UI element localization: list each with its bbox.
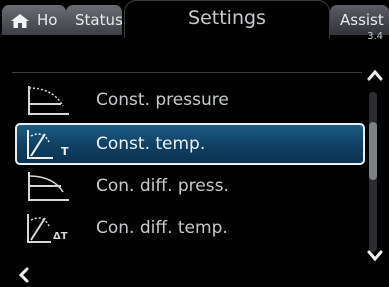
list-item-label: Const. temp.	[96, 134, 206, 154]
tab-home[interactable]: Ho	[2, 5, 66, 35]
tab-settings[interactable]: Settings	[124, 0, 330, 38]
tab-bar: Ho Status Settings Assist 3.4	[0, 0, 389, 44]
list-item-label: Const. pressure	[96, 90, 229, 110]
tab-assist-label: Assist	[340, 11, 384, 29]
scrollbar-track[interactable]	[369, 92, 377, 252]
chevron-down-icon[interactable]	[366, 249, 384, 263]
icon-delta-temp-symbol: ΔT	[53, 231, 68, 242]
list-item-label: Con. diff. press.	[96, 176, 229, 196]
tab-status[interactable]: Status	[66, 5, 123, 35]
diff-press-icon	[28, 172, 69, 201]
list-item-const-temp[interactable]: T Const. temp.	[15, 123, 365, 165]
tab-home-label: Ho	[37, 11, 58, 29]
const-temp-icon: T	[27, 130, 69, 159]
list-item-label: Con. diff. temp.	[96, 218, 228, 238]
back-arrow-icon[interactable]	[16, 266, 32, 284]
tab-status-label: Status	[75, 11, 123, 29]
chevron-up-icon[interactable]	[366, 68, 384, 82]
control-mode-list: Const. pressure T Const. temp. Con. diff…	[12, 72, 365, 261]
list-item-diff-press[interactable]: Con. diff. press.	[17, 165, 362, 207]
const-pressure-icon	[28, 86, 69, 115]
icon-temp-symbol: T	[61, 145, 69, 158]
list-item-diff-temp[interactable]: ΔT Con. diff. temp.	[17, 207, 362, 249]
version-label: 3.4	[367, 31, 383, 42]
list-item-const-pressure[interactable]: Const. pressure	[17, 79, 362, 121]
diff-temp-icon: ΔT	[27, 214, 68, 243]
scrollbar-thumb[interactable]	[369, 122, 377, 180]
home-icon	[11, 14, 29, 28]
tab-settings-label: Settings	[188, 7, 266, 29]
